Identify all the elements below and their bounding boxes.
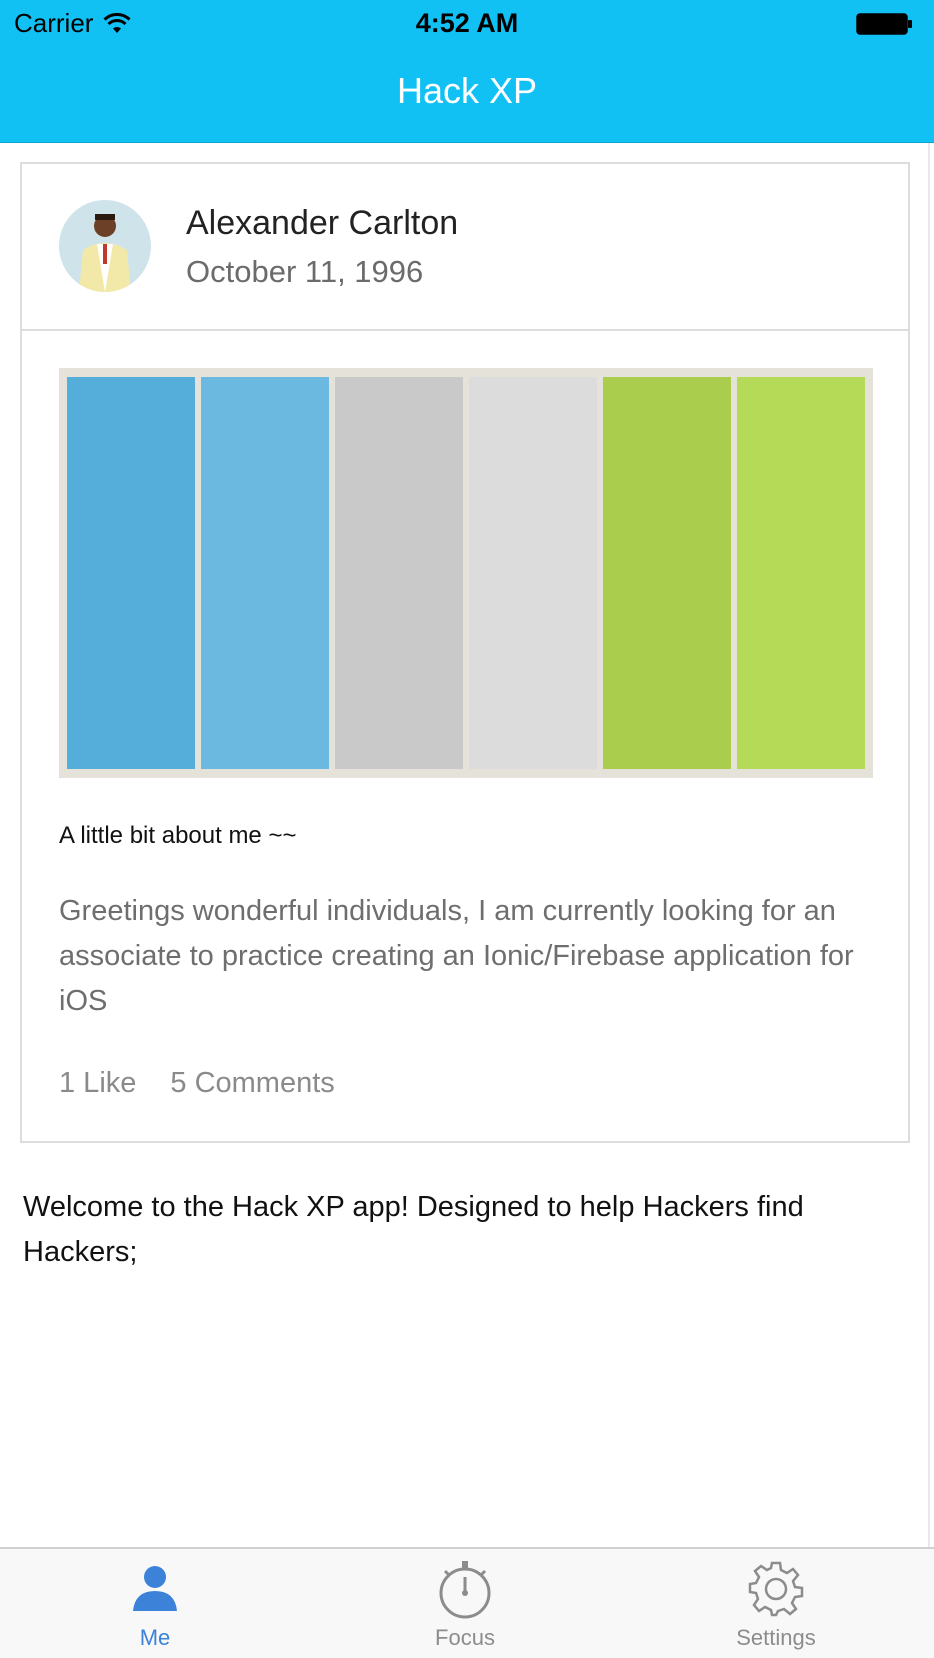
author-name: Alexander Carlton: [186, 204, 459, 242]
avatar[interactable]: [59, 200, 151, 292]
scroll-edge: [928, 143, 934, 1547]
stopwatch-icon: [439, 1561, 491, 1619]
welcome-text: Welcome to the Hack XP app! Designed to …: [23, 1191, 804, 1268]
card-header: Alexander Carlton October 11, 1996: [22, 164, 908, 331]
post-date: October 11, 1996: [186, 254, 424, 289]
color-palette-image: [59, 368, 873, 778]
person-icon: [133, 1566, 177, 1611]
tab-focus-label: Focus: [435, 1625, 495, 1650]
post-stats: 1 Like 5 Comments: [59, 1067, 335, 1100]
post-body: Greetings wonderful individuals, I am cu…: [59, 895, 854, 1017]
color-swatch: [335, 377, 463, 769]
tab-settings-label: Settings: [736, 1625, 816, 1650]
page-title: Hack XP: [396, 70, 538, 111]
about-heading: A little bit about me ~~: [59, 822, 297, 849]
profile-card: Alexander Carlton October 11, 1996 A lit…: [20, 162, 910, 1143]
tab-me[interactable]: Me: [55, 1549, 255, 1658]
color-swatch: [737, 377, 865, 769]
likes-count[interactable]: 1 Like: [59, 1067, 136, 1100]
tab-focus[interactable]: Focus: [365, 1549, 565, 1658]
clock: 4:52 AM: [415, 8, 519, 38]
status-bar: Carrier 4:52 AM: [0, 0, 934, 46]
tab-settings[interactable]: Settings: [676, 1549, 876, 1658]
color-swatch: [603, 377, 731, 769]
tab-bar: Me Focus Settings: [0, 1547, 934, 1658]
color-swatch: [469, 377, 597, 769]
battery-icon: [856, 12, 914, 41]
color-swatch: [67, 377, 195, 769]
gear-icon: [748, 1561, 804, 1617]
nav-bar: Carrier 4:52 AM Hack XP: [0, 0, 934, 143]
comments-count[interactable]: 5 Comments: [170, 1067, 334, 1100]
color-swatch: [201, 377, 329, 769]
tab-me-label: Me: [139, 1625, 171, 1650]
